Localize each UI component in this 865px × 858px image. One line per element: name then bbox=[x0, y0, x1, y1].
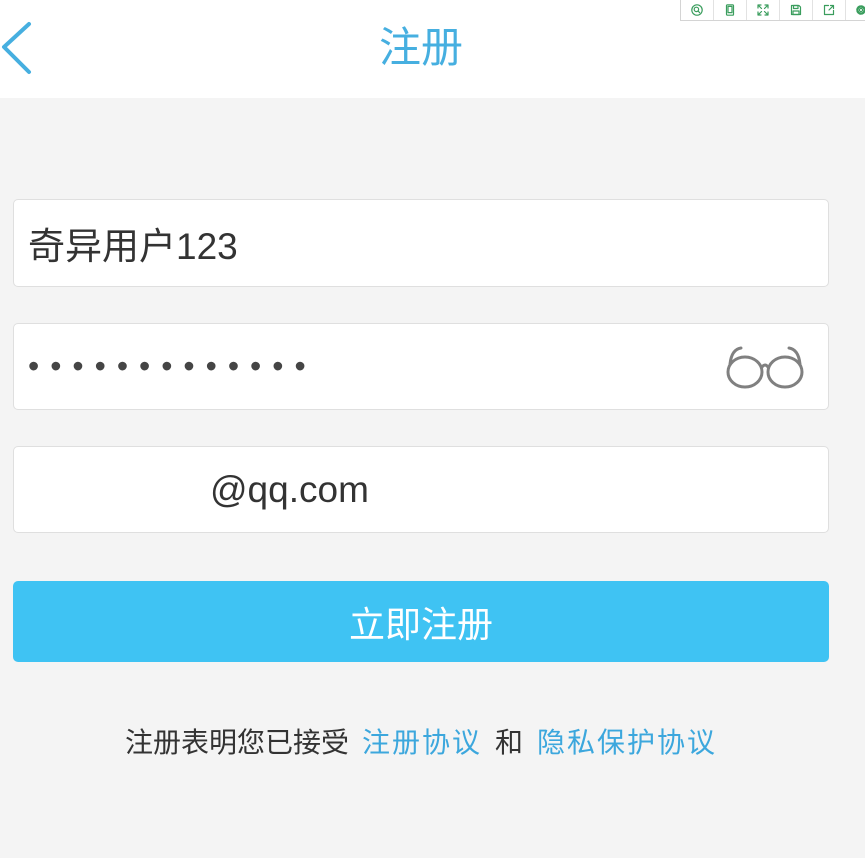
glasses-icon bbox=[726, 346, 804, 389]
zoom-icon bbox=[691, 4, 703, 16]
email-input[interactable] bbox=[14, 447, 210, 532]
fullscreen-icon bbox=[757, 4, 769, 16]
agreement-prefix: 注册表明您已接受 bbox=[124, 727, 349, 758]
device-button[interactable] bbox=[714, 0, 747, 20]
save-icon bbox=[790, 4, 802, 16]
zoom-button[interactable] bbox=[681, 0, 714, 20]
email-domain-suffix: @qq.com bbox=[210, 468, 369, 510]
agreement-notice: 注册表明您已接受 注册协议和隐私保护协议 bbox=[0, 725, 842, 761]
save-button[interactable] bbox=[780, 0, 813, 20]
page-title: 注册 bbox=[378, 24, 463, 71]
username-input[interactable] bbox=[14, 200, 828, 286]
password-field bbox=[13, 323, 829, 410]
share-button[interactable] bbox=[813, 0, 846, 20]
device-icon bbox=[725, 4, 735, 16]
register-button[interactable]: 立即注册 bbox=[13, 581, 829, 662]
email-field: @qq.com bbox=[13, 446, 829, 533]
gear-icon bbox=[856, 5, 865, 15]
terms-link[interactable]: 注册协议 bbox=[362, 727, 482, 758]
settings-button[interactable] bbox=[846, 0, 865, 20]
fullscreen-button[interactable] bbox=[747, 0, 780, 20]
username-field bbox=[13, 199, 829, 287]
privacy-link[interactable]: 隐私保护协议 bbox=[537, 727, 717, 758]
agreement-conjunction: 和 bbox=[495, 727, 524, 758]
password-input[interactable] bbox=[14, 324, 704, 409]
password-visibility-toggle[interactable] bbox=[725, 345, 805, 389]
share-icon bbox=[823, 4, 835, 16]
extension-toolbar bbox=[680, 0, 865, 21]
